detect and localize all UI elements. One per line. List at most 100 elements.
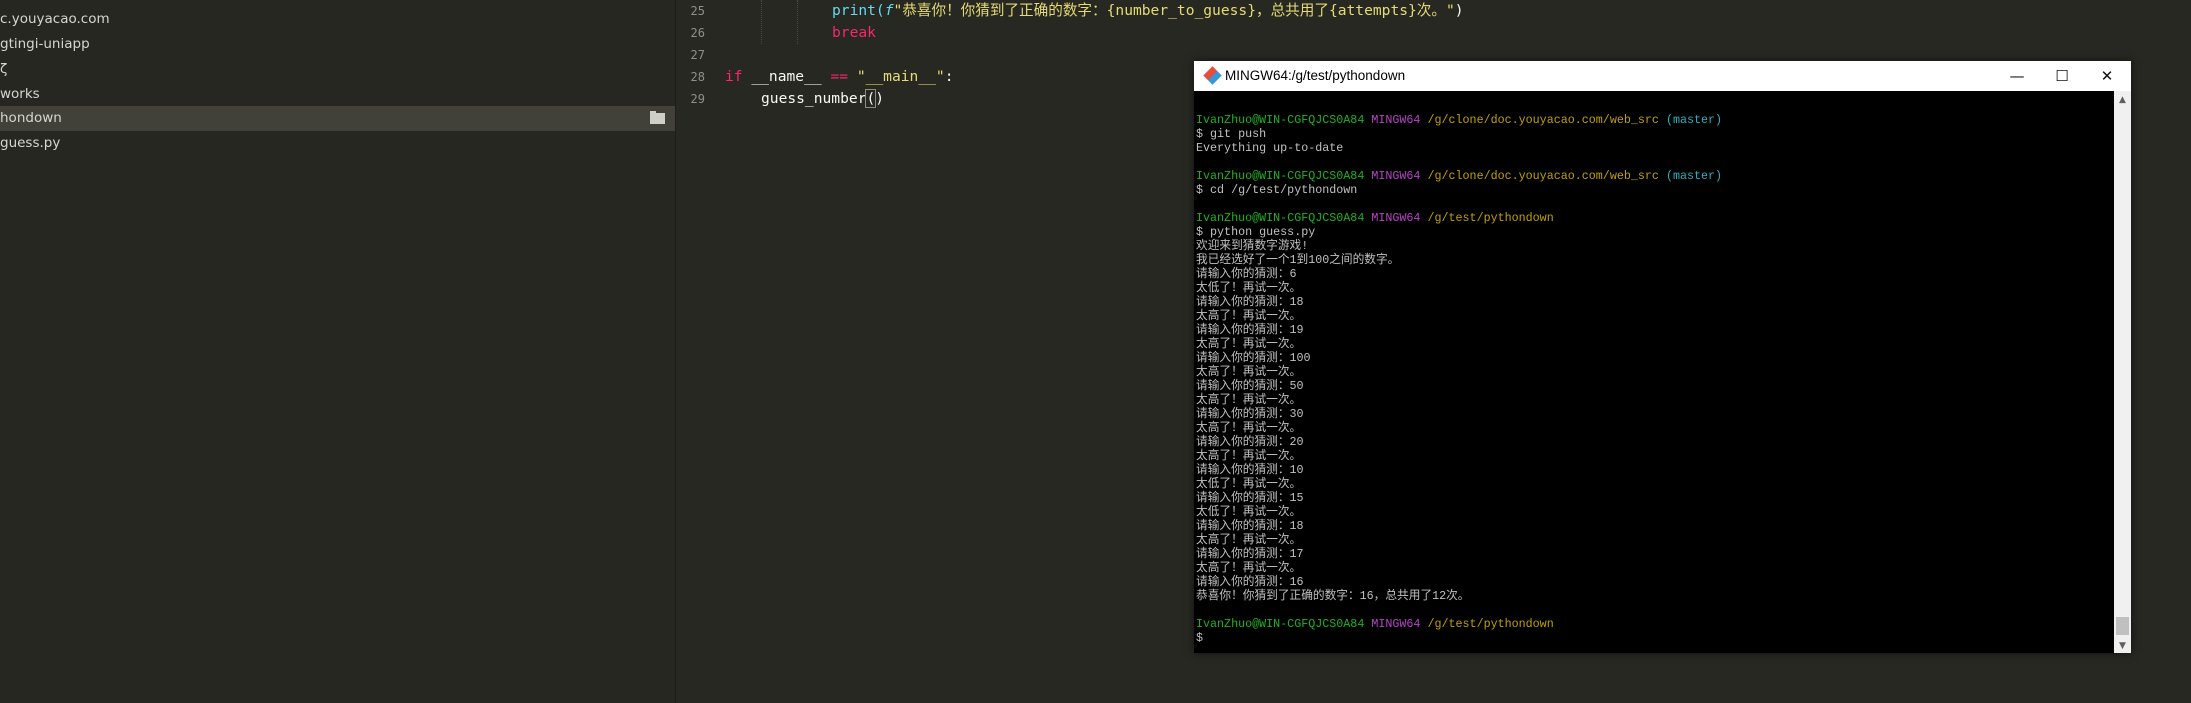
line-number: 28 <box>690 70 705 84</box>
sidebar-item-works[interactable]: works <box>0 82 675 107</box>
terminal-text: IvanZhuo@WIN-CGFQJCS0A84 <box>1196 211 1365 225</box>
terminal-text: 太低了！再试一次。 <box>1196 505 1302 519</box>
terminal-scrollbar[interactable]: ▲ ▼ <box>2114 91 2131 653</box>
indent-guide <box>761 0 762 44</box>
prompt-line: IvanZhuo@WIN-CGFQJCS0A84 MINGW64 /g/clon… <box>1196 169 2114 183</box>
window-title: MINGW64:/g/test/pythondown <box>1225 68 1406 83</box>
sidebar-item-youyacao[interactable]: c.youyacao.com <box>0 7 675 32</box>
sidebar-item-label: works <box>0 86 40 102</box>
terminal-text: 太高了！再试一次。 <box>1196 337 1302 351</box>
terminal-text: 欢迎来到猜数字游戏! <box>1196 239 1309 253</box>
guess-input-line: 请输入你的猜测：50 <box>1196 379 2114 393</box>
line-number: 27 <box>690 48 705 62</box>
terminal-text: 我已经选好了一个1到100之间的数字。 <box>1196 253 1400 267</box>
close-button[interactable]: ✕ <box>2085 61 2129 91</box>
code-token: __name__ <box>742 68 831 85</box>
terminal-text: MINGW64 <box>1371 617 1421 631</box>
terminal-text: 太高了！再试一次。 <box>1196 365 1302 379</box>
terminal-text: IvanZhuo@WIN-CGFQJCS0A84 <box>1196 617 1365 631</box>
sidebar-item-label: c.youyacao.com <box>0 11 110 27</box>
congrats-line: 恭喜你！你猜到了正确的数字：16，总共用了12次。 <box>1196 589 2114 603</box>
guess-input-line: 请输入你的猜测：20 <box>1196 435 2114 449</box>
code-token: ) <box>875 90 885 107</box>
terminal-text: 请输入你的猜测：50 <box>1196 379 1304 393</box>
terminal-text: 请输入你的猜测：20 <box>1196 435 1304 449</box>
code-token: "__main__" <box>848 68 945 85</box>
prompt-line: IvanZhuo@WIN-CGFQJCS0A84 MINGW64 /g/test… <box>1196 211 2114 225</box>
scrollbar-thumb[interactable] <box>2116 617 2129 635</box>
git-bash-icon <box>1203 66 1222 85</box>
code-token: == <box>830 68 849 85</box>
sidebar-item-label: guess.py <box>0 135 61 151</box>
guess-result-line: 太高了！再试一次。 <box>1196 449 2114 463</box>
terminal-text: IvanZhuo@WIN-CGFQJCS0A84 <box>1196 169 1365 183</box>
prompt-line: IvanZhuo@WIN-CGFQJCS0A84 MINGW64 /g/test… <box>1196 617 2114 631</box>
command-line: $ git push <box>1196 127 2114 141</box>
sidebar-item-guess-py[interactable]: guess.py <box>0 131 675 156</box>
terminal-output[interactable]: IvanZhuo@WIN-CGFQJCS0A84 MINGW64 /g/clon… <box>1194 91 2114 653</box>
terminal-text: 太高了！再试一次。 <box>1196 533 1302 547</box>
code-token: "恭喜你！你猜到了正确的数字：{number_to_guess}，总共用了{at… <box>893 2 1455 19</box>
guess-input-line: 请输入你的猜测：18 <box>1196 295 2114 309</box>
output-line: 欢迎来到猜数字游戏! <box>1196 239 2114 253</box>
command-line: $ python guess.py <box>1196 225 2114 239</box>
terminal-text: 请输入你的猜测：18 <box>1196 295 1304 309</box>
terminal-text: 请输入你的猜测：17 <box>1196 547 1304 561</box>
line-number: 29 <box>690 92 705 106</box>
terminal-text: 请输入你的猜测：16 <box>1196 575 1304 589</box>
maximize-button[interactable]: ☐ <box>2040 61 2084 91</box>
code-line-26: break <box>832 24 876 41</box>
terminal-text: /g/clone/doc.youyacao.com/web_src <box>1427 169 1659 183</box>
sidebar-item-pythondown[interactable]: hondown <box>0 106 675 131</box>
terminal-text: $ python guess.py <box>1196 225 1316 239</box>
terminal-text: IvanZhuo@WIN-CGFQJCS0A84 <box>1196 113 1365 127</box>
terminal-text: 太高了！再试一次。 <box>1196 449 1302 463</box>
guess-input-line: 请输入你的猜测：16 <box>1196 575 2114 589</box>
bracket-match-cursor: ( <box>865 89 877 108</box>
file-sidebar: c.youyacao.com gtingi-uniapp ζ works hon… <box>0 0 676 703</box>
sidebar-item-folder[interactable]: ζ <box>0 57 675 82</box>
terminal-text: 太高了！再试一次。 <box>1196 309 1302 323</box>
guess-input-line: 请输入你的猜测：15 <box>1196 491 2114 505</box>
terminal-text: $ git push <box>1196 127 1267 141</box>
minimize-button[interactable]: — <box>1995 61 2039 91</box>
terminal-text: $ cd /g/test/pythondown <box>1196 183 1358 197</box>
sidebar-item-label: gtingi-uniapp <box>0 36 90 52</box>
terminal-window[interactable]: MINGW64:/g/test/pythondown — ☐ ✕ IvanZhu… <box>1194 61 2131 653</box>
guess-result-line: 太高了！再试一次。 <box>1196 421 2114 435</box>
terminal-text: 太低了！再试一次。 <box>1196 281 1302 295</box>
terminal-text: 请输入你的猜测：30 <box>1196 407 1304 421</box>
terminal-text: 请输入你的猜测：19 <box>1196 323 1304 337</box>
code-token: f <box>884 2 894 19</box>
terminal-text: MINGW64 <box>1371 211 1421 225</box>
terminal-text: 请输入你的猜测：18 <box>1196 519 1304 533</box>
output-line: Everything up-to-date <box>1196 141 2114 155</box>
prompt-line: IvanZhuo@WIN-CGFQJCS0A84 MINGW64 /g/clon… <box>1196 113 2114 127</box>
folder-icon <box>650 111 665 124</box>
terminal-text: /g/test/pythondown <box>1427 211 1554 225</box>
indent-guide <box>797 0 798 44</box>
sidebar-item-uniapp[interactable]: gtingi-uniapp <box>0 32 675 57</box>
terminal-titlebar[interactable]: MINGW64:/g/test/pythondown — ☐ ✕ <box>1194 61 2131 91</box>
guess-input-line: 请输入你的猜测：19 <box>1196 323 2114 337</box>
code-token: ) <box>1454 2 1464 19</box>
terminal-text: 太高了！再试一次。 <box>1196 393 1302 407</box>
guess-result-line: 太高了！再试一次。 <box>1196 393 2114 407</box>
terminal-text: (master) <box>1665 113 1723 127</box>
terminal-text: $ <box>1196 631 1204 645</box>
terminal-text: 太高了！再试一次。 <box>1196 421 1302 435</box>
guess-input-line: 请输入你的猜测：17 <box>1196 547 2114 561</box>
guess-result-line: 太高了！再试一次。 <box>1196 533 2114 547</box>
code-token: if <box>725 68 743 85</box>
guess-result-line: 太高了！再试一次。 <box>1196 365 2114 379</box>
scroll-down-icon[interactable]: ▼ <box>2114 641 2131 651</box>
guess-result-line: 太低了！再试一次。 <box>1196 505 2114 519</box>
scroll-up-icon[interactable]: ▲ <box>2114 95 2131 105</box>
terminal-text: /g/test/pythondown <box>1427 617 1554 631</box>
terminal-text: (master) <box>1665 169 1723 183</box>
